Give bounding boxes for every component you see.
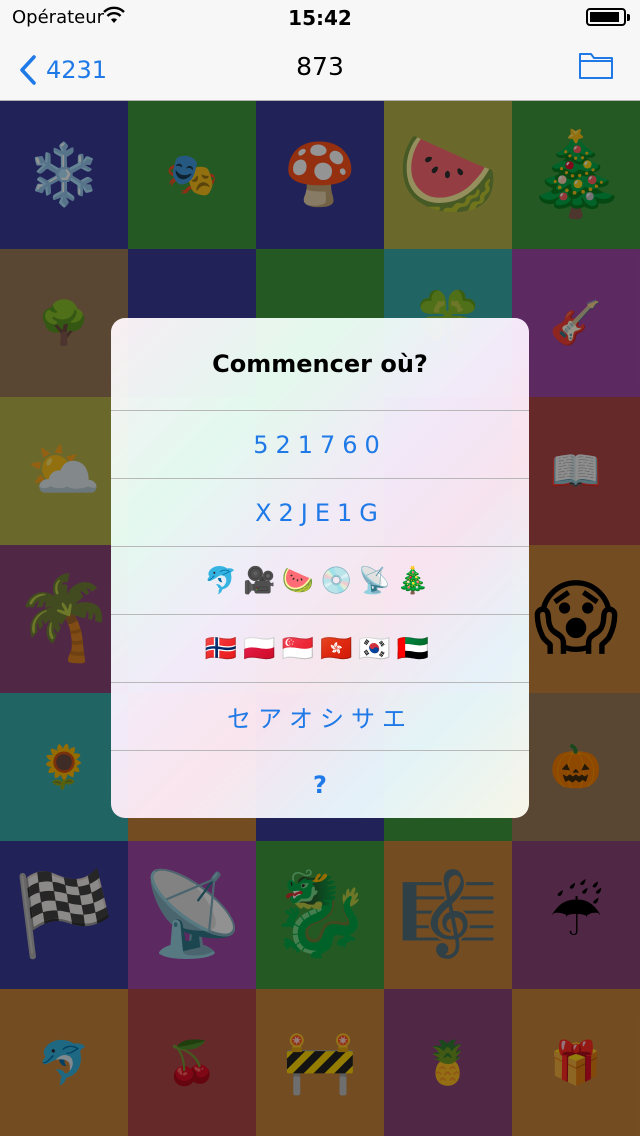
alert-option-flags-button[interactable]: 🇳🇴🇵🇱🇸🇬🇭🇰🇰🇷🇦🇪 <box>111 614 529 682</box>
status-bar: Opérateur 15:42 <box>0 0 640 40</box>
alert-option-emoji-button[interactable]: 🐬🎥🍉💿📡🎄 <box>111 546 529 614</box>
status-time: 15:42 <box>288 6 352 30</box>
start-choice-alert: Commencer où? 521760 X2JE1G 🐬🎥🍉💿📡🎄 🇳🇴🇵🇱🇸🇬🇭🇰… <box>111 318 529 818</box>
alert-option-random-button[interactable]: ? <box>111 750 529 818</box>
nav-title: 873 <box>296 52 344 81</box>
alert-option-katakana-button[interactable]: セアオシサエ <box>111 682 529 750</box>
navigation-bar: 4231 873 <box>0 40 640 101</box>
folder-icon[interactable] <box>578 50 614 80</box>
alert-option-alphanumeric-button[interactable]: X2JE1G <box>111 478 529 546</box>
battery-icon <box>586 8 630 26</box>
alert-title: Commencer où? <box>212 350 428 378</box>
alert-option-digits-button[interactable]: 521760 <box>111 410 529 478</box>
